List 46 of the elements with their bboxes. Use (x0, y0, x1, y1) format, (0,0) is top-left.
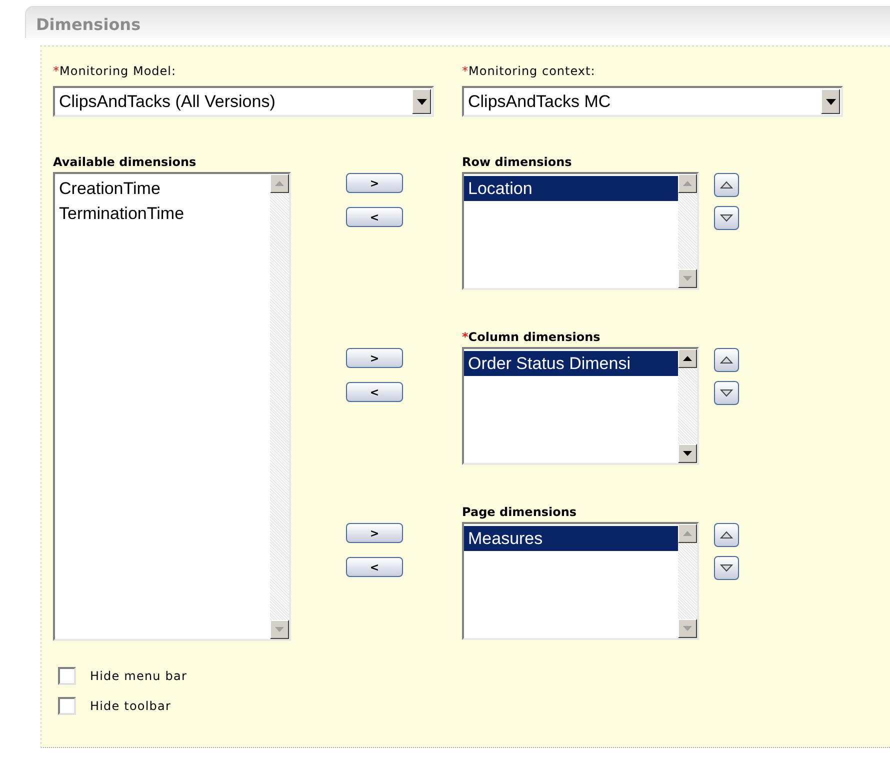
field-label: Available dimensions (53, 154, 198, 171)
list-item[interactable]: TerminationTime (55, 201, 270, 226)
move-down-icon[interactable] (714, 381, 739, 405)
list-item[interactable]: Measures (464, 526, 678, 551)
checkbox[interactable] (58, 667, 76, 685)
list-box[interactable]: Location (462, 172, 699, 290)
scroll-down-icon[interactable] (678, 269, 697, 288)
checkbox-label: Hide toolbar (90, 698, 171, 715)
section-title: Dimensions (36, 15, 141, 34)
move-button[interactable]: > (346, 348, 403, 368)
list-item[interactable]: Location (464, 176, 678, 201)
field-label: Page dimensions (462, 504, 578, 521)
move-up-icon[interactable] (714, 348, 739, 372)
field-label: *Column dimensions (462, 329, 602, 346)
dropdown[interactable]: ClipsAndTacks (All Versions) (53, 86, 434, 117)
scrollbar[interactable] (678, 349, 697, 463)
field-label: *Monitoring Model: (53, 63, 178, 80)
list-item[interactable]: Order Status Dimensi (464, 351, 678, 376)
field-label: Row dimensions (462, 154, 573, 171)
checkbox[interactable] (58, 697, 76, 715)
scroll-up-icon[interactable] (270, 174, 289, 193)
scroll-down-icon[interactable] (678, 619, 697, 638)
move-down-icon[interactable] (714, 556, 739, 580)
move-button[interactable]: > (346, 523, 403, 543)
scroll-up-icon[interactable] (678, 524, 697, 543)
field-label: *Monitoring context: (462, 63, 596, 80)
scrollbar[interactable] (678, 174, 697, 288)
move-up-icon[interactable] (714, 173, 739, 197)
move-up-icon[interactable] (714, 523, 739, 547)
move-button[interactable]: < (346, 207, 403, 227)
list-item[interactable]: CreationTime (55, 176, 270, 201)
move-button[interactable]: > (346, 173, 403, 193)
checkbox-label: Hide menu bar (90, 668, 187, 685)
scroll-down-icon[interactable] (678, 444, 697, 463)
scroll-up-icon[interactable] (678, 349, 697, 368)
list-box[interactable]: Measures (462, 522, 699, 640)
scrollbar[interactable] (678, 524, 697, 638)
dropdown[interactable]: ClipsAndTacks MC (462, 86, 843, 117)
scrollbar[interactable] (270, 174, 289, 639)
move-button[interactable]: < (346, 382, 403, 402)
scroll-down-icon[interactable] (270, 620, 289, 639)
list-box[interactable]: CreationTime TerminationTime (53, 172, 291, 641)
move-down-icon[interactable] (714, 206, 739, 230)
scroll-up-icon[interactable] (678, 174, 697, 193)
move-button[interactable]: < (346, 557, 403, 577)
list-box[interactable]: Order Status Dimensi (462, 347, 699, 465)
